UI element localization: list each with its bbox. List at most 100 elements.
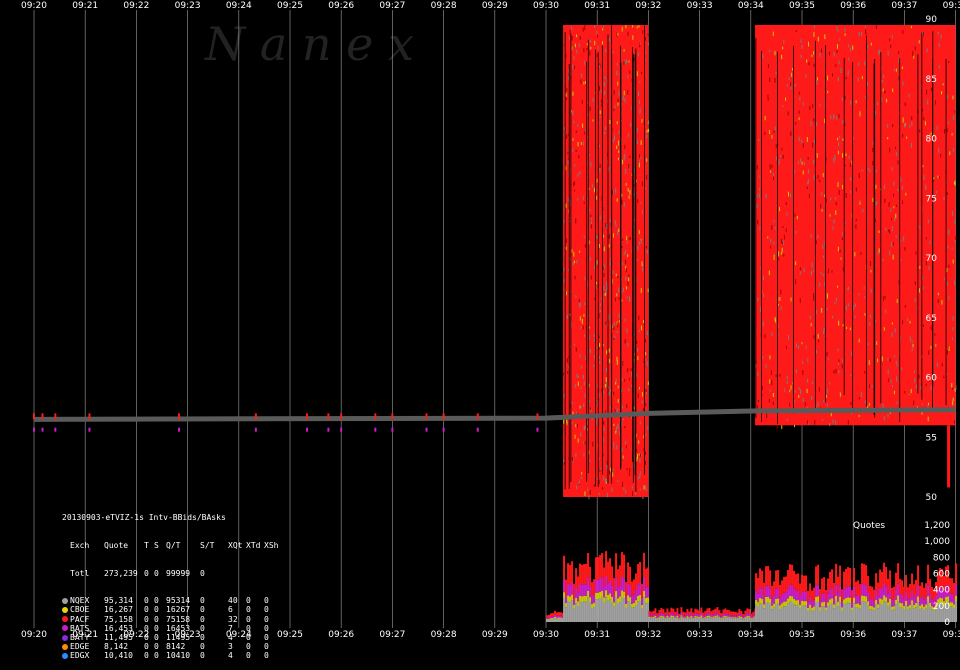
speckle (585, 355, 587, 361)
speckle (786, 381, 788, 385)
speckle (770, 245, 772, 249)
vol-bar-cboe (955, 595, 958, 602)
vol-bar-bats (759, 587, 762, 598)
speckle (868, 402, 870, 406)
speckle (615, 430, 617, 434)
vol-bar-cboe (807, 607, 810, 612)
vol-bar-pacf (668, 611, 671, 616)
vol-bar-pacf (789, 564, 792, 585)
vol-bar-pacf (637, 564, 640, 585)
vol-bar-nqex (744, 618, 747, 622)
speckle (584, 393, 586, 398)
y-tick-80: 80 (926, 135, 938, 145)
speckle (771, 380, 773, 386)
stats-cell-t: 0 (144, 623, 149, 633)
speckle (860, 252, 862, 255)
speckle (590, 221, 592, 225)
speckle (807, 422, 809, 425)
speckle (779, 296, 781, 301)
vol-bar-cboe (793, 598, 796, 605)
speckle (638, 91, 640, 97)
vol-bar-cboe (740, 616, 743, 619)
speckle (584, 301, 586, 305)
speckle (896, 204, 898, 207)
speckle (632, 25, 634, 28)
speckle (935, 190, 937, 194)
speckle (577, 381, 579, 387)
vol-bar-cboe (775, 598, 778, 605)
speckle (802, 143, 804, 148)
vol-bar-nqex (857, 607, 860, 622)
vol-bar-bats (652, 614, 655, 617)
speckle (813, 25, 815, 29)
speckle (572, 148, 574, 153)
vol-bar-pacf (613, 578, 616, 594)
x-tick-top-09:28: 09:28 (431, 1, 457, 11)
speckle (888, 378, 890, 383)
speckle (628, 237, 630, 240)
speckle (589, 50, 591, 56)
vol-bar-nqex (575, 603, 578, 622)
speckle (573, 65, 575, 70)
speckle (584, 491, 586, 496)
vol-bar-cboe (680, 615, 683, 617)
speckle (605, 49, 607, 53)
speckle (865, 95, 867, 99)
speckle (614, 220, 616, 225)
vol-bar-nqex (823, 606, 826, 622)
stats-header-xsh: XSh (264, 541, 279, 550)
speckle (580, 386, 582, 390)
speckle (794, 389, 796, 393)
speckle (949, 151, 951, 156)
speckle (902, 133, 904, 138)
speckle (789, 389, 791, 393)
vol-bar-bats (550, 616, 552, 619)
vol-bar-nqex (686, 617, 689, 622)
speckle (930, 385, 932, 391)
vol-bar-bats (565, 594, 568, 603)
speckle (824, 118, 826, 124)
speckle (783, 234, 785, 240)
speckle (872, 140, 874, 145)
speckle (621, 26, 623, 32)
speckle (616, 408, 618, 413)
speckle (875, 170, 877, 173)
speckle (637, 246, 639, 251)
speckle (580, 432, 582, 437)
vol-bar-pacf (923, 587, 926, 600)
speckle (869, 261, 871, 266)
x-tick-bottom-09:38: 09:38 (943, 630, 960, 640)
speckle (573, 182, 575, 187)
vol-bar-nqex (783, 606, 786, 622)
speckle (853, 305, 855, 310)
x-tick-top-09:36: 09:36 (840, 1, 866, 11)
speckle (639, 457, 641, 463)
speckle (943, 277, 945, 281)
speckle (583, 48, 585, 53)
vol-bar-pacf (550, 613, 552, 617)
speckle (802, 397, 804, 403)
speckle (904, 102, 906, 107)
speckle (599, 467, 601, 470)
vol-bar-bats (684, 615, 687, 618)
speckle (893, 193, 895, 197)
speckle (940, 34, 942, 39)
vol-bar-pacf (849, 568, 852, 587)
speckle (616, 356, 618, 362)
speckle (790, 297, 792, 302)
speckle (565, 93, 567, 97)
vol-bar-pacf (718, 610, 721, 615)
speckle (759, 193, 761, 198)
vol-bar-pacf (658, 610, 661, 615)
speckle (871, 385, 873, 388)
speckle (913, 400, 915, 406)
x-tick-top-09:24: 09:24 (226, 1, 252, 11)
speckle (808, 41, 810, 47)
vol-bar-bats (629, 586, 632, 598)
speckle (587, 488, 589, 492)
speckle (618, 314, 620, 319)
speckle (644, 339, 646, 343)
speckle (953, 420, 955, 424)
speckle (575, 347, 577, 352)
vol-bar-pacf (955, 563, 958, 584)
